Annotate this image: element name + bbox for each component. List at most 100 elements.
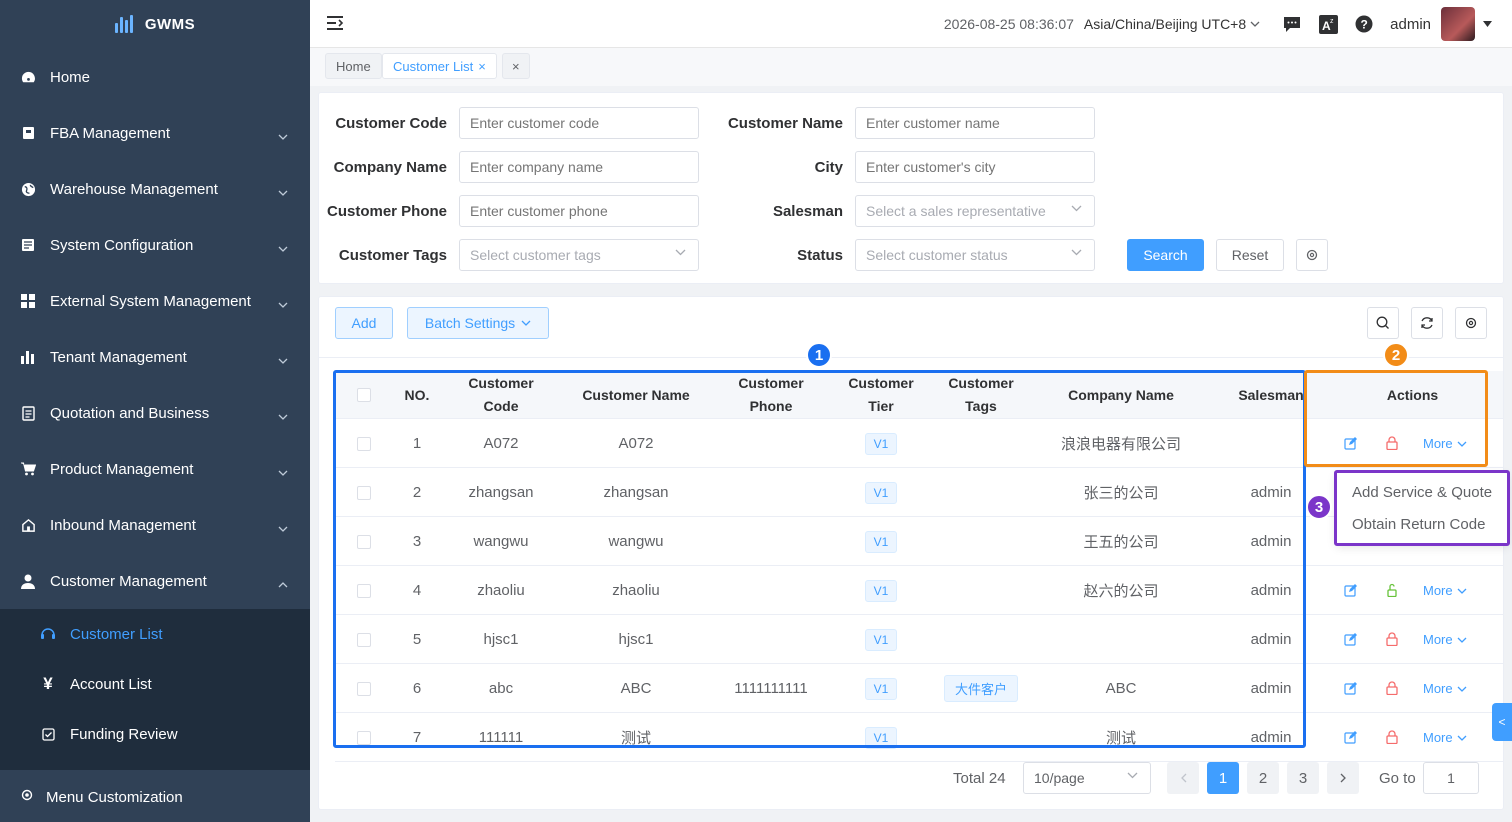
- th-customer-tags[interactable]: Customer Tags: [931, 371, 1031, 419]
- row-checkbox[interactable]: [357, 485, 371, 500]
- customer-code-input[interactable]: [459, 107, 699, 139]
- caret-down-icon[interactable]: [1483, 21, 1492, 27]
- refresh-button[interactable]: [1411, 307, 1443, 339]
- page-1-button[interactable]: 1: [1207, 762, 1239, 794]
- more-actions-button[interactable]: More: [1423, 730, 1467, 745]
- column-settings-button[interactable]: [1455, 307, 1487, 339]
- customer-phone-input[interactable]: [459, 195, 699, 227]
- more-actions-button[interactable]: More: [1423, 436, 1467, 451]
- edit-icon[interactable]: [1344, 437, 1357, 450]
- datetime: 2026-08-25 08:36:07: [943, 16, 1074, 32]
- page-size-select[interactable]: 10/page: [1023, 762, 1151, 794]
- close-all-tabs-button[interactable]: ×: [502, 53, 530, 79]
- side-drawer-toggle[interactable]: <: [1492, 703, 1512, 741]
- sidebar-item-inbound[interactable]: Inbound Management: [0, 497, 310, 553]
- more-actions-button[interactable]: More: [1423, 583, 1467, 598]
- table-row: 7 111111 测试 V1 测试 admin More: [335, 713, 1503, 762]
- reset-button[interactable]: Reset: [1216, 239, 1284, 271]
- row-checkbox[interactable]: [357, 436, 371, 451]
- th-customer-code[interactable]: Customer Code: [441, 371, 561, 419]
- cell-no: 5: [412, 631, 422, 648]
- sidebar-item-warehouse[interactable]: Warehouse Management: [0, 161, 310, 217]
- th-customer-tier[interactable]: Customer Tier: [831, 371, 931, 419]
- chevron-down-icon: [1457, 637, 1467, 643]
- row-actions: More: [1320, 419, 1503, 468]
- select-all-checkbox[interactable]: [357, 388, 371, 402]
- tab-customer-list[interactable]: Customer List ×: [382, 53, 497, 79]
- th-customer-name[interactable]: Customer Name: [561, 371, 711, 419]
- next-page-button[interactable]: [1327, 762, 1359, 794]
- add-button[interactable]: Add: [335, 307, 393, 339]
- chevron-down-icon: [1071, 249, 1082, 256]
- menu-item-obtain-return-code[interactable]: Obtain Return Code: [1352, 516, 1485, 533]
- bar-chart-icon: [20, 349, 36, 365]
- lock-icon[interactable]: [1386, 436, 1398, 450]
- sidebar-item-customer-list[interactable]: Customer List: [0, 609, 310, 659]
- row-checkbox[interactable]: [357, 730, 371, 745]
- filter-settings-button[interactable]: [1296, 239, 1328, 271]
- sidebar-item-product[interactable]: Product Management: [0, 441, 310, 497]
- svg-text:?: ?: [1361, 18, 1368, 32]
- more-actions-button[interactable]: More: [1423, 681, 1467, 696]
- translate-icon[interactable]: Az: [1318, 14, 1338, 34]
- edit-icon[interactable]: [1344, 682, 1357, 695]
- status-label: Status: [797, 247, 843, 264]
- city-input[interactable]: [855, 151, 1095, 183]
- edit-icon[interactable]: [1344, 584, 1357, 597]
- sidebar-item-system-config[interactable]: System Configuration: [0, 217, 310, 273]
- chevron-down-icon: [278, 519, 288, 536]
- lock-icon[interactable]: [1386, 730, 1398, 744]
- sidebar-item-home[interactable]: Home: [0, 49, 310, 105]
- customer-tags-select[interactable]: Select customer tags: [459, 239, 699, 271]
- headset-icon: [40, 627, 56, 641]
- message-icon[interactable]: [1282, 14, 1302, 34]
- company-name-input[interactable]: [459, 151, 699, 183]
- menu-customization-button[interactable]: Menu Customization: [0, 772, 310, 822]
- sidebar-item-tenant[interactable]: Tenant Management: [0, 329, 310, 385]
- timezone-select[interactable]: Asia/China/Beijing UTC+8: [1084, 16, 1260, 32]
- gear-icon: [1465, 317, 1477, 329]
- row-checkbox[interactable]: [357, 583, 371, 598]
- brand[interactable]: GWMS: [0, 0, 310, 48]
- sidebar-item-external-system[interactable]: External System Management: [0, 273, 310, 329]
- sidebar-item-fba[interactable]: FBA Management: [0, 105, 310, 161]
- th-company-name[interactable]: Company Name: [1031, 371, 1211, 419]
- avatar[interactable]: [1441, 7, 1475, 41]
- goto-page-input[interactable]: [1423, 762, 1479, 794]
- help-icon[interactable]: ?: [1354, 14, 1374, 34]
- salesman-select[interactable]: Select a sales representative: [855, 195, 1095, 227]
- unlock-icon[interactable]: [1386, 583, 1398, 597]
- th-salesman[interactable]: Salesman: [1211, 371, 1331, 419]
- edit-icon[interactable]: [1344, 731, 1357, 744]
- hamburger-menu-icon[interactable]: [326, 15, 344, 34]
- close-icon[interactable]: ×: [478, 59, 486, 74]
- user-name[interactable]: admin: [1390, 16, 1431, 33]
- page-2-button[interactable]: 2: [1247, 762, 1279, 794]
- lock-icon[interactable]: [1386, 632, 1398, 646]
- tier-badge: V1: [864, 726, 898, 749]
- row-checkbox[interactable]: [357, 632, 371, 647]
- th-customer-phone[interactable]: Customer Phone: [711, 371, 831, 419]
- sidebar-item-account-list[interactable]: ¥ Account List: [0, 659, 310, 709]
- row-checkbox[interactable]: [357, 681, 371, 696]
- customer-name-input[interactable]: [855, 107, 1095, 139]
- sidebar-item-quotation[interactable]: Quotation and Business: [0, 385, 310, 441]
- sidebar-item-funding-review[interactable]: Funding Review: [0, 709, 310, 759]
- page-3-button[interactable]: 3: [1287, 762, 1319, 794]
- cart-icon: [20, 461, 36, 477]
- cell-no: 3: [412, 533, 422, 550]
- row-checkbox[interactable]: [357, 534, 371, 549]
- more-actions-button[interactable]: More: [1423, 632, 1467, 647]
- menu-item-add-service-quote[interactable]: Add Service & Quote: [1352, 484, 1492, 501]
- search-toggle-button[interactable]: [1367, 307, 1399, 339]
- prev-page-button[interactable]: [1167, 762, 1199, 794]
- status-select[interactable]: Select customer status: [855, 239, 1095, 271]
- sidebar-item-customer-management[interactable]: Customer Management: [0, 553, 310, 609]
- cell-customer-name: zhangsan: [603, 484, 669, 501]
- edit-icon[interactable]: [1344, 633, 1357, 646]
- lock-icon[interactable]: [1386, 681, 1398, 695]
- batch-settings-button[interactable]: Batch Settings: [407, 307, 549, 339]
- tab-home[interactable]: Home: [325, 53, 382, 79]
- city-label: City: [814, 159, 843, 176]
- search-button[interactable]: Search: [1127, 239, 1204, 271]
